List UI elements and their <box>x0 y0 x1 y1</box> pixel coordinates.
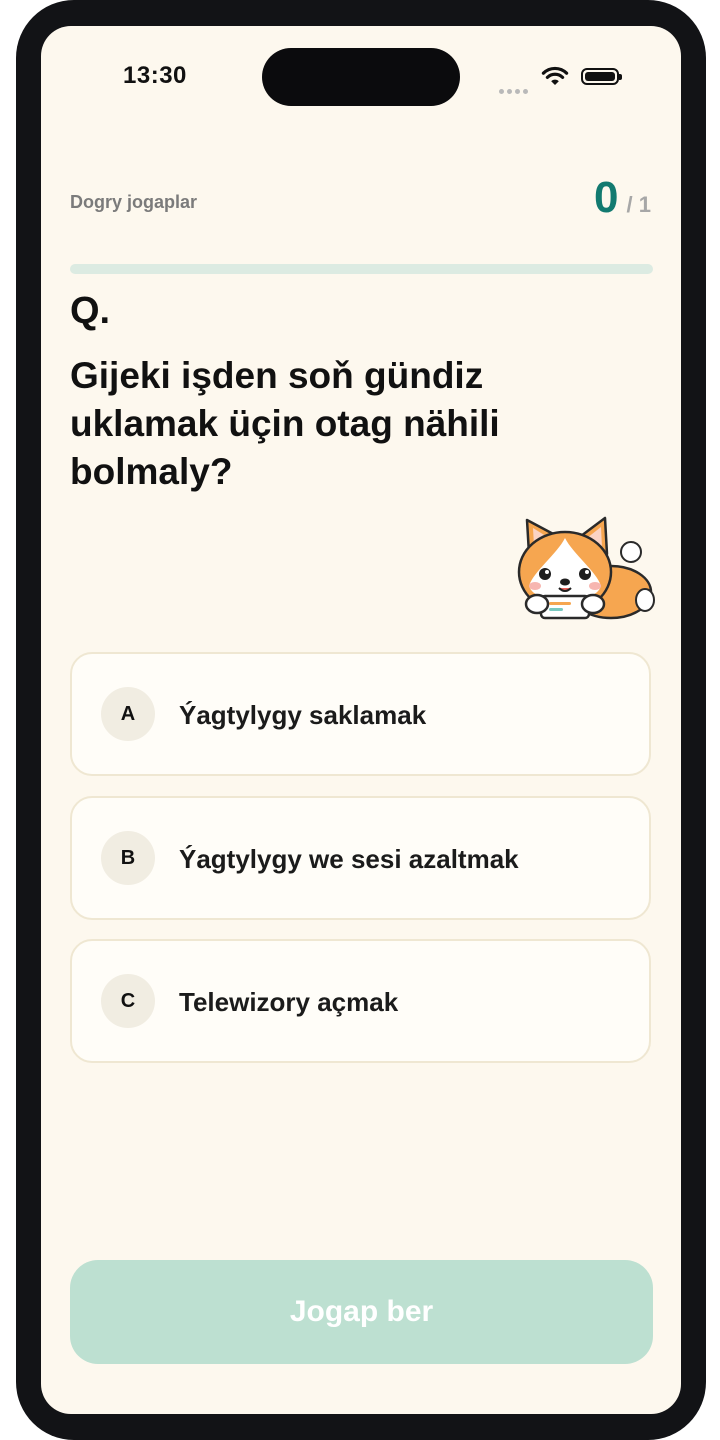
score-counter: 0 / 1 <box>594 176 651 220</box>
app-screen: 13:30 Dogry jogaplar 0 / 1 Q. Gijeki işd… <box>41 26 681 1414</box>
option-label: Ýagtylygy we sesi azaltmak <box>179 844 519 874</box>
option-label: Telewizory açmak <box>179 987 399 1017</box>
option-letter: B <box>101 831 155 885</box>
option-letter: A <box>101 687 155 741</box>
status-icons <box>499 64 629 94</box>
signal-dots-icon <box>499 81 533 94</box>
score-current: 0 <box>594 173 619 222</box>
progress-bar <box>70 264 653 274</box>
battery-icon <box>581 68 622 85</box>
wifi-icon <box>541 66 569 85</box>
question-marker: Q. <box>70 290 111 332</box>
option-label: Ýagtylygy saklamak <box>179 700 427 730</box>
option-letter: C <box>101 974 155 1028</box>
score-label: Dogry jogaplar <box>70 192 198 212</box>
phone-frame: 13:30 Dogry jogaplar 0 / 1 Q. Gijeki işd… <box>16 0 706 1440</box>
status-time: 13:30 <box>123 62 187 89</box>
submit-answer-button[interactable]: Jogap ber <box>70 1260 653 1364</box>
dynamic-island <box>262 48 460 106</box>
option-b[interactable]: B Ýagtylygy we sesi azaltmak <box>70 796 651 920</box>
corgi-mascot <box>517 516 655 620</box>
option-c[interactable]: C Telewizory açmak <box>70 939 651 1063</box>
score-total: / 1 <box>626 192 651 217</box>
option-a[interactable]: A Ýagtylygy saklamak <box>70 652 651 776</box>
question-text: Gijeki işden soň gündiz uklamak üçin ota… <box>70 355 500 492</box>
